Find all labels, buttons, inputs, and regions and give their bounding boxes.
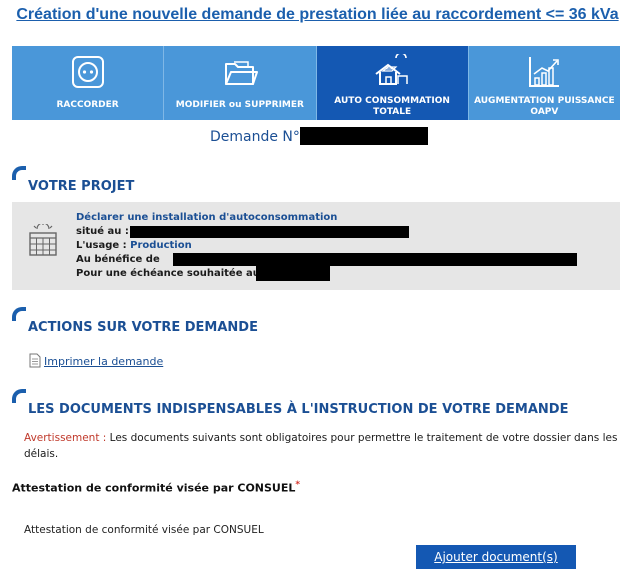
project-title: Déclarer une installation d'autoconsomma… (76, 212, 338, 223)
tab-auto-consommation[interactable]: AUTO CONSOMMATION TOTALE (316, 46, 469, 120)
tab-raccorder[interactable]: RACCORDER (12, 46, 165, 120)
redacted-address (130, 226, 409, 238)
required-asterisk: * (295, 480, 301, 490)
outlet-icon (71, 56, 104, 88)
warning-text: Les documents suivants sont obligatoires… (24, 432, 618, 460)
usage-label: L'usage : (76, 240, 127, 251)
section-title-actions: ACTIONS SUR VOTRE DEMANDE (28, 320, 258, 335)
demande-number-label: Demande N° (210, 129, 300, 145)
calendar-icon (29, 224, 57, 256)
section-title-projet: VOTRE PROJET (28, 179, 135, 194)
solar-house-icon (375, 54, 408, 85)
usage-value: Production (130, 240, 192, 251)
document-icon (29, 353, 41, 368)
tab-label: AUGMENTATION PUISSANCE OAPV (474, 96, 615, 117)
folder-icon (224, 61, 258, 85)
tab-modifier-supprimer[interactable]: MODIFIER ou SUPPRIMER (164, 46, 317, 120)
redacted-deadline (256, 266, 330, 281)
documents-warning: Avertissement : Les documents suivants s… (24, 430, 624, 462)
tab-bar: RACCORDER MODIFIER ou SUPPRIMER AUTO CON… (12, 46, 620, 120)
tab-augmentation-puissance[interactable]: AUGMENTATION PUISSANCE OAPV (468, 46, 620, 120)
redacted-beneficiary (173, 253, 577, 266)
tab-label: RACCORDER (56, 100, 119, 110)
section-title-documents: LES DOCUMENTS INDISPENSABLES À L'INSTRUC… (28, 402, 569, 417)
tab-label: AUTO CONSOMMATION TOTALE (334, 96, 450, 117)
print-demande-link[interactable]: Imprimer la demande (44, 355, 163, 368)
add-document-button[interactable]: Ajouter document(s) (416, 545, 576, 569)
tab-label: MODIFIER ou SUPPRIMER (175, 100, 304, 110)
project-usage-row: L'usage : Production (76, 239, 337, 253)
page-title: Création d'une nouvelle demande de prest… (16, 6, 619, 23)
chart-growth-icon (529, 57, 560, 87)
attestation-document-item: Attestation de conformité visée par CONS… (24, 524, 264, 536)
warning-label: Avertissement : (24, 432, 107, 444)
section-corner-decoration (12, 389, 26, 403)
section-corner-decoration (12, 166, 26, 180)
redacted-demande-number (300, 127, 428, 145)
attestation-heading-text: Attestation de conformité visée par CONS… (12, 481, 296, 495)
section-corner-decoration (12, 307, 26, 321)
attestation-heading: Attestation de conformité visée par CONS… (12, 480, 300, 495)
